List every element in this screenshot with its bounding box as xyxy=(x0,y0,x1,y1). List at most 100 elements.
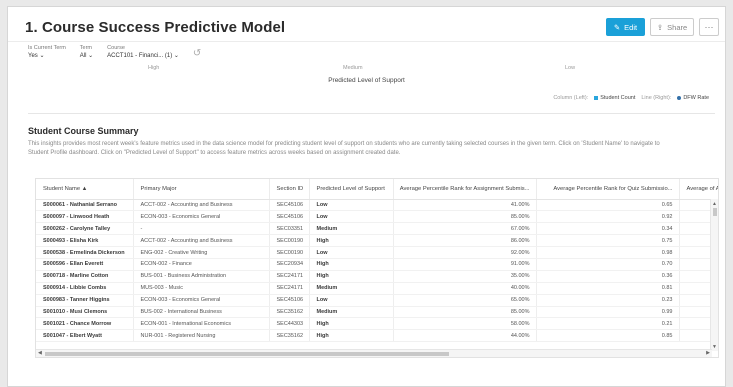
student-name-cell[interactable]: S000262 - Carolyne Talley xyxy=(36,222,134,236)
column-header[interactable]: Average Percentile Rank for Quiz Submiss… xyxy=(536,179,680,200)
student-name-cell[interactable]: S001010 - Musi Clemons xyxy=(36,306,134,319)
filter-value[interactable]: Yes ⌄ xyxy=(28,52,66,60)
student-name-cell[interactable]: S001047 - Elbert Wyatt xyxy=(36,329,134,343)
section-id-cell: SEC00190 xyxy=(269,246,310,259)
edit-button[interactable]: ✎ Edit xyxy=(606,18,645,36)
assignment-rank-cell: 85.00% xyxy=(393,210,537,224)
student-summary-table: Student Name ▲ Primary Major Section ID Pre… xyxy=(35,178,719,358)
assignment-rank-cell: 67.00% xyxy=(393,222,537,236)
assignment-rank-cell: 85.00% xyxy=(393,306,537,319)
primary-major-cell: ACCT-002 - Accounting and Business xyxy=(133,234,270,248)
support-level-cell[interactable]: High xyxy=(309,329,394,343)
section-id-cell: SEC44303 xyxy=(269,317,310,331)
column-header[interactable]: Predicted Level of Support xyxy=(309,179,394,200)
scroll-down-icon[interactable]: ▼ xyxy=(712,344,717,350)
table-row: S001010 - Musi Clemons BUS-002 - Internat… xyxy=(36,306,718,319)
horizontal-scrollbar[interactable]: ◀ ▶ xyxy=(36,349,712,357)
assignment-rank-cell: 86.00% xyxy=(393,234,537,248)
share-button[interactable]: ⇪ Share xyxy=(650,18,694,36)
scroll-thumb[interactable] xyxy=(45,352,449,356)
primary-major-cell: ECON-001 - International Economics xyxy=(133,317,270,331)
student-name-cell[interactable]: S000914 - Libbie Combs xyxy=(36,282,134,295)
x-tick-label: High xyxy=(148,65,160,71)
support-level-cell[interactable]: Medium xyxy=(309,282,394,295)
quiz-rank-cell: 0.36 xyxy=(536,270,680,283)
edit-button-label: Edit xyxy=(624,22,638,32)
column-header[interactable]: Average of A xyxy=(679,179,718,200)
section-id-cell: SEC24171 xyxy=(269,270,310,283)
section-id-cell: SEC24171 xyxy=(269,282,310,295)
scroll-thumb[interactable] xyxy=(713,208,717,216)
section-id-cell: SEC35162 xyxy=(269,329,310,343)
student-name-cell[interactable]: S000061 - Nathanial Serrano xyxy=(36,199,134,212)
student-name-cell[interactable]: S001021 - Chance Morrow xyxy=(36,317,134,331)
scroll-right-icon[interactable]: ▶ xyxy=(706,350,710,356)
legend-label: Student Count xyxy=(600,95,636,101)
assignment-rank-cell: 65.00% xyxy=(393,294,537,307)
header-divider xyxy=(8,41,725,42)
filter-value[interactable]: ACCT101 - Financi... (1) ⌄ xyxy=(107,52,179,60)
support-level-cell[interactable]: Medium xyxy=(309,222,394,236)
student-name-cell[interactable]: S000493 - Elisha Kirk xyxy=(36,234,134,248)
section-id-cell: SEC03351 xyxy=(269,222,310,236)
scroll-up-icon[interactable]: ▲ xyxy=(712,201,717,207)
primary-major-cell: ECON-002 - Finance xyxy=(133,258,270,271)
table-row: S001047 - Elbert Wyatt NUR-001 - Register… xyxy=(36,329,718,343)
filter-is-current-term[interactable]: Is Current Term Yes ⌄ xyxy=(28,45,66,60)
column-header[interactable]: Primary Major xyxy=(133,179,270,200)
support-level-cell[interactable]: High xyxy=(309,258,394,271)
quiz-rank-cell: 0.34 xyxy=(536,222,680,236)
filter-course[interactable]: Course ACCT101 - Financi... (1) ⌄ xyxy=(107,45,179,60)
scroll-left-icon[interactable]: ◀ xyxy=(38,350,42,356)
student-name-cell[interactable]: S000983 - Tanner Higgins xyxy=(36,294,134,307)
support-level-cell[interactable]: High xyxy=(309,234,394,248)
primary-major-cell: BUS-002 - International Business xyxy=(133,306,270,319)
table-header-row: Student Name ▲ Primary Major Section ID Pre… xyxy=(36,179,718,200)
support-level-cell[interactable]: High xyxy=(309,270,394,283)
support-level-cell[interactable]: Low xyxy=(309,294,394,307)
quiz-rank-cell: 0.75 xyxy=(536,234,680,248)
vertical-scrollbar[interactable]: ▲ ▼ xyxy=(710,199,718,351)
quiz-rank-cell: 0.65 xyxy=(536,199,680,212)
page-title: 1. Course Success Predictive Model xyxy=(25,18,286,36)
quiz-rank-cell: 0.85 xyxy=(536,329,680,343)
legend-item-dfw-rate[interactable]: DFW Rate xyxy=(677,95,709,101)
filter-value[interactable]: All ⌄ xyxy=(80,52,93,60)
quiz-rank-cell: 0.98 xyxy=(536,246,680,259)
table-row: S000097 - Linwood Heath ECON-003 - Econom… xyxy=(36,210,718,224)
assignment-rank-cell: 91.00% xyxy=(393,258,537,271)
column-header[interactable]: Section ID xyxy=(269,179,310,200)
support-level-cell[interactable]: Low xyxy=(309,210,394,224)
filter-term[interactable]: Term All ⌄ xyxy=(80,45,93,60)
filter-label: Course xyxy=(107,45,125,51)
student-name-cell[interactable]: S000718 - Marline Cotton xyxy=(36,270,134,283)
student-name-cell[interactable]: S000097 - Linwood Heath xyxy=(36,210,134,224)
support-level-cell[interactable]: Low xyxy=(309,246,394,259)
column-header[interactable]: Average Percentile Rank for Assignment S… xyxy=(393,179,537,200)
student-name-cell[interactable]: S000596 - Ellan Everett xyxy=(36,258,134,271)
primary-major-cell: - xyxy=(133,222,270,236)
chart-legend: Column (Left): Student Count Line (Right… xyxy=(553,95,709,101)
reset-filters-icon[interactable]: ↺ xyxy=(193,48,201,59)
legend-item-student-count[interactable]: Student Count xyxy=(594,95,635,101)
data-table: Student Name ▲ Primary Major Section ID Pre… xyxy=(36,179,718,343)
assignment-rank-cell: 35.00% xyxy=(393,270,537,283)
section-id-cell: SEC45106 xyxy=(269,199,310,212)
assignment-rank-cell: 92.00% xyxy=(393,246,537,259)
square-icon xyxy=(594,95,599,100)
more-options-button[interactable]: ··· xyxy=(699,18,719,36)
table-row: S000061 - Nathanial Serrano ACCT-002 - Ac… xyxy=(36,199,718,212)
section-id-cell: SEC00190 xyxy=(269,234,310,248)
pencil-icon: ✎ xyxy=(613,22,621,32)
column-header[interactable]: Student Name ▲ xyxy=(36,179,134,200)
support-level-cell[interactable]: Low xyxy=(309,199,394,212)
section-id-cell: SEC20934 xyxy=(269,258,310,271)
legend-label: DFW Rate xyxy=(683,95,709,101)
assignment-rank-cell: 40.00% xyxy=(393,282,537,295)
student-name-cell[interactable]: S000538 - Ermelinda Dickerson xyxy=(36,246,134,259)
support-level-cell[interactable]: High xyxy=(309,317,394,331)
x-tick-label: Low xyxy=(565,65,576,71)
primary-major-cell: BUS-001 - Business Administration xyxy=(133,270,270,283)
support-level-cell[interactable]: Medium xyxy=(309,306,394,319)
share-button-label: Share xyxy=(667,22,688,32)
